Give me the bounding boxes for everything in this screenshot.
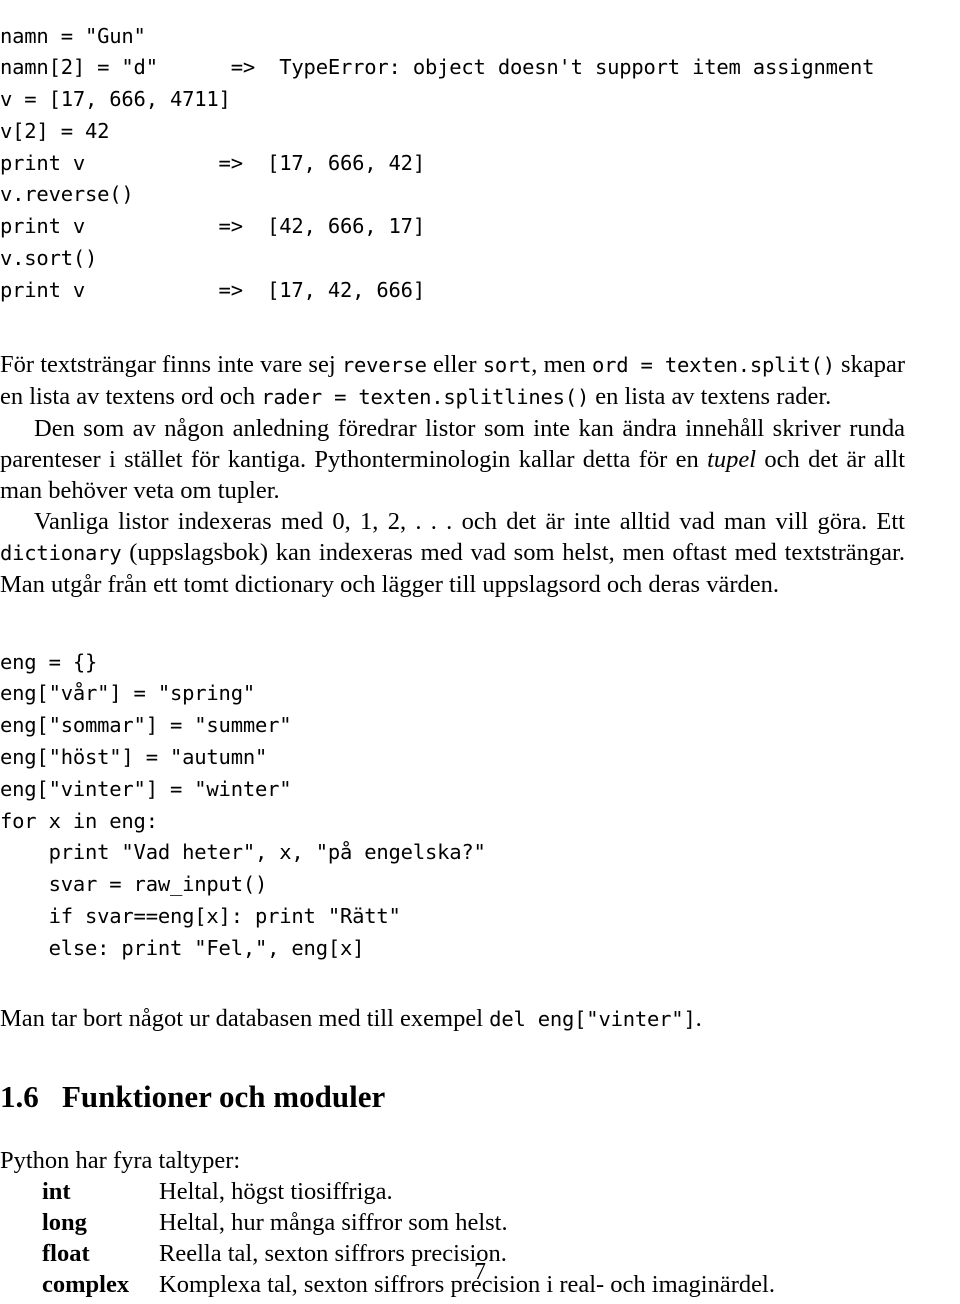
text-run: (uppslagsbok) kan indexeras med vad som … [0, 539, 905, 599]
paragraph-string-methods: För textsträngar finns inte vare sej rev… [0, 349, 905, 413]
text-run: och det är inte alltid vad man vill göra… [452, 508, 905, 536]
emphasis-text: tupel [707, 446, 757, 474]
text-run: Vanliga listor indexeras med [34, 508, 333, 536]
section-title: Funktioner och moduler [62, 1079, 386, 1115]
paragraph-delete-entry: Man tar bort något ur databasen med till… [0, 1003, 905, 1035]
code-line: v[2] = 42 [0, 118, 110, 143]
inline-code: del eng["vinter"] [489, 1007, 696, 1032]
section-heading-functions-and-modules: 1.6 Funktioner och moduler [0, 1079, 960, 1115]
inline-math: 0, 1, 2, . . . [332, 508, 453, 536]
code-block-dictionary-example: eng = {} eng["vår"] = "spring" eng["sommar… [0, 647, 960, 965]
text-run: en lista av textens rader. [589, 383, 832, 411]
definition-description: Heltal, hur många siffror som helst. [159, 1209, 508, 1237]
paragraph-tuples: Den som av någon anledning föredrar list… [0, 413, 905, 506]
inline-code: dictionary [0, 541, 122, 566]
inline-code: rader = texten.splitlines() [261, 385, 590, 410]
text-run: Man tar bort något ur databasen med till… [0, 1005, 490, 1033]
definition-description: Heltal, högst tiosiffriga. [159, 1178, 393, 1206]
code-line: v = [17, 666, 4711] [0, 87, 231, 112]
definition-row: long Heltal, hur många siffror som helst. [0, 1207, 960, 1238]
section-number: 1.6 [0, 1079, 39, 1115]
code-line: eng["vinter"] = "winter" [0, 776, 292, 801]
code-line: print v => [42, 666, 17] [0, 214, 425, 239]
code-line: print v => [17, 666, 42] [0, 150, 425, 175]
code-line: v.reverse() [0, 182, 134, 207]
text-run: . [695, 1005, 702, 1033]
page-number-footer: 7 [474, 1259, 486, 1285]
code-line: if svar==eng[x]: print "Rätt" [0, 904, 401, 929]
code-block-list-operations: namn = "Gun" namn[2] = "d" => TypeError: … [0, 21, 960, 307]
code-line: eng = {} [0, 649, 98, 674]
code-line: print v => [17, 42, 666] [0, 277, 425, 302]
code-line: else: print "Fel,", eng[x] [0, 935, 365, 960]
definition-term: long [42, 1209, 87, 1237]
code-line: svar = raw_input() [0, 872, 268, 897]
inline-code: ord = texten.split() [591, 353, 835, 378]
document-page: namn = "Gun" namn[2] = "d" => TypeError: … [0, 0, 960, 1304]
text-run: Python har fyra taltyper: [0, 1147, 241, 1175]
paragraph-number-types-intro: Python har fyra taltyper: [0, 1145, 905, 1176]
code-line: eng["höst"] = "autumn" [0, 745, 268, 770]
code-line: eng["sommar"] = "summer" [0, 713, 292, 738]
paragraph-dictionaries: Vanliga listor indexeras med 0, 1, 2, . … [0, 506, 905, 600]
code-line: namn[2] = "d" => TypeError: object doesn… [0, 55, 875, 80]
page-content: namn = "Gun" namn[2] = "d" => TypeError: … [0, 0, 960, 1300]
definition-row: int Heltal, högst tiosiffriga. [0, 1176, 960, 1207]
code-line: eng["vår"] = "spring" [0, 681, 255, 706]
code-line: print "Vad heter", x, "på engelska?" [0, 840, 486, 865]
code-line: for x in eng: [0, 808, 158, 833]
text-run: , men [531, 351, 592, 379]
inline-code: reverse [341, 353, 427, 378]
text-run: eller [426, 351, 483, 379]
text-run: För textsträngar finns inte vare sej [0, 351, 342, 379]
definition-term: int [42, 1178, 71, 1206]
code-line: namn = "Gun" [0, 23, 146, 48]
code-line: v.sort() [0, 246, 98, 271]
inline-code: sort [482, 353, 532, 378]
